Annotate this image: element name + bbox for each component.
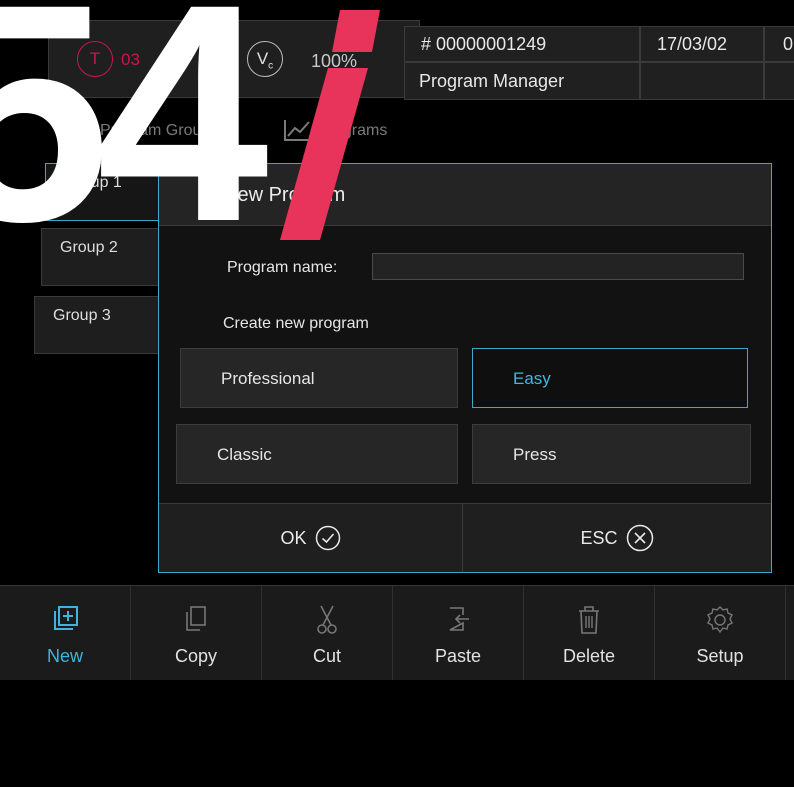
- group-item-3[interactable]: Group 3: [34, 296, 174, 354]
- dialog-footer: OK ESC: [159, 503, 771, 572]
- speed-subscript: c: [268, 60, 274, 72]
- speed-badge: Vc: [247, 41, 283, 77]
- option-label: Easy: [513, 369, 551, 388]
- option-press[interactable]: Press: [472, 424, 751, 484]
- dialog-title: New Program: [223, 184, 346, 206]
- tab-programs[interactable]: Programs: [318, 122, 387, 140]
- time-value: 0: [783, 34, 794, 54]
- dialog-title-bar: New Program: [159, 164, 771, 226]
- scissors-icon: [317, 605, 337, 634]
- toolbar-label: Copy: [174, 646, 218, 666]
- program-name-label: Program name:: [227, 259, 338, 276]
- gear-icon: [707, 606, 733, 634]
- close-circle-icon: [626, 524, 653, 552]
- screen-title-cell: Program Manager: [404, 62, 640, 100]
- trash-icon: [579, 606, 599, 634]
- bottom-toolbar: New Copy Cut Paste Delete Setup: [0, 585, 794, 680]
- toolbar-label: Setup: [696, 646, 744, 666]
- group-label: Group 1: [64, 174, 122, 191]
- create-program-label: Create new program: [223, 315, 369, 332]
- setup-button[interactable]: Setup: [655, 586, 786, 680]
- temperature-badge: T: [77, 41, 113, 77]
- ok-label: OK: [280, 527, 307, 548]
- new-button[interactable]: New: [0, 586, 131, 680]
- toolbar-label: Delete: [562, 646, 616, 666]
- time-cell: 0: [764, 26, 794, 62]
- esc-button[interactable]: ESC: [463, 504, 771, 572]
- copy-icon: [186, 606, 206, 631]
- check-circle-icon: [315, 525, 340, 551]
- toolbar-label: Cut: [312, 646, 341, 666]
- chart-icon: [284, 120, 311, 141]
- new-program-dialog: New Program Program name: Create new pro…: [158, 163, 772, 573]
- option-professional[interactable]: Professional: [180, 348, 458, 408]
- option-easy[interactable]: Easy: [472, 348, 748, 408]
- header-blank-cell: [640, 62, 764, 100]
- tab-program-groups[interactable]: Program Groups: [100, 122, 218, 140]
- speed-symbol: V: [256, 49, 269, 68]
- new-program-icon: [54, 606, 78, 630]
- group-label: Group 2: [60, 239, 118, 256]
- option-label: Professional: [221, 369, 315, 388]
- option-label: Press: [513, 445, 557, 464]
- screen: T 03 Vc 100% # 00000001249 17/03/02 0 Pr…: [0, 0, 794, 787]
- paste-button[interactable]: Paste: [393, 586, 524, 680]
- ok-button[interactable]: OK: [159, 504, 463, 572]
- cut-button[interactable]: Cut: [262, 586, 393, 680]
- group-label: Group 3: [53, 307, 111, 324]
- header-blank-cell-2: [764, 62, 794, 100]
- program-number-cell: # 00000001249: [404, 26, 640, 62]
- toolbar-label: Paste: [434, 646, 482, 666]
- esc-label: ESC: [580, 527, 618, 548]
- option-label: Classic: [217, 445, 272, 464]
- toolbar-label: New: [46, 646, 83, 666]
- screen-title: Program Manager: [419, 71, 565, 91]
- speed-cell: Vc 100%: [220, 20, 420, 98]
- temperature-value: 03: [121, 50, 140, 69]
- temperature-letter: T: [89, 49, 101, 68]
- option-classic[interactable]: Classic: [176, 424, 458, 484]
- program-name-input[interactable]: [372, 253, 744, 280]
- date-cell: 17/03/02: [640, 26, 764, 62]
- temperature-cell: T 03: [48, 20, 220, 98]
- copy-button[interactable]: Copy: [131, 586, 262, 680]
- program-number: # 00000001249: [421, 34, 547, 54]
- date-value: 17/03/02: [657, 34, 728, 54]
- delete-button[interactable]: Delete: [524, 586, 655, 680]
- speed-value: 100%: [311, 51, 358, 71]
- paste-icon: [449, 607, 469, 631]
